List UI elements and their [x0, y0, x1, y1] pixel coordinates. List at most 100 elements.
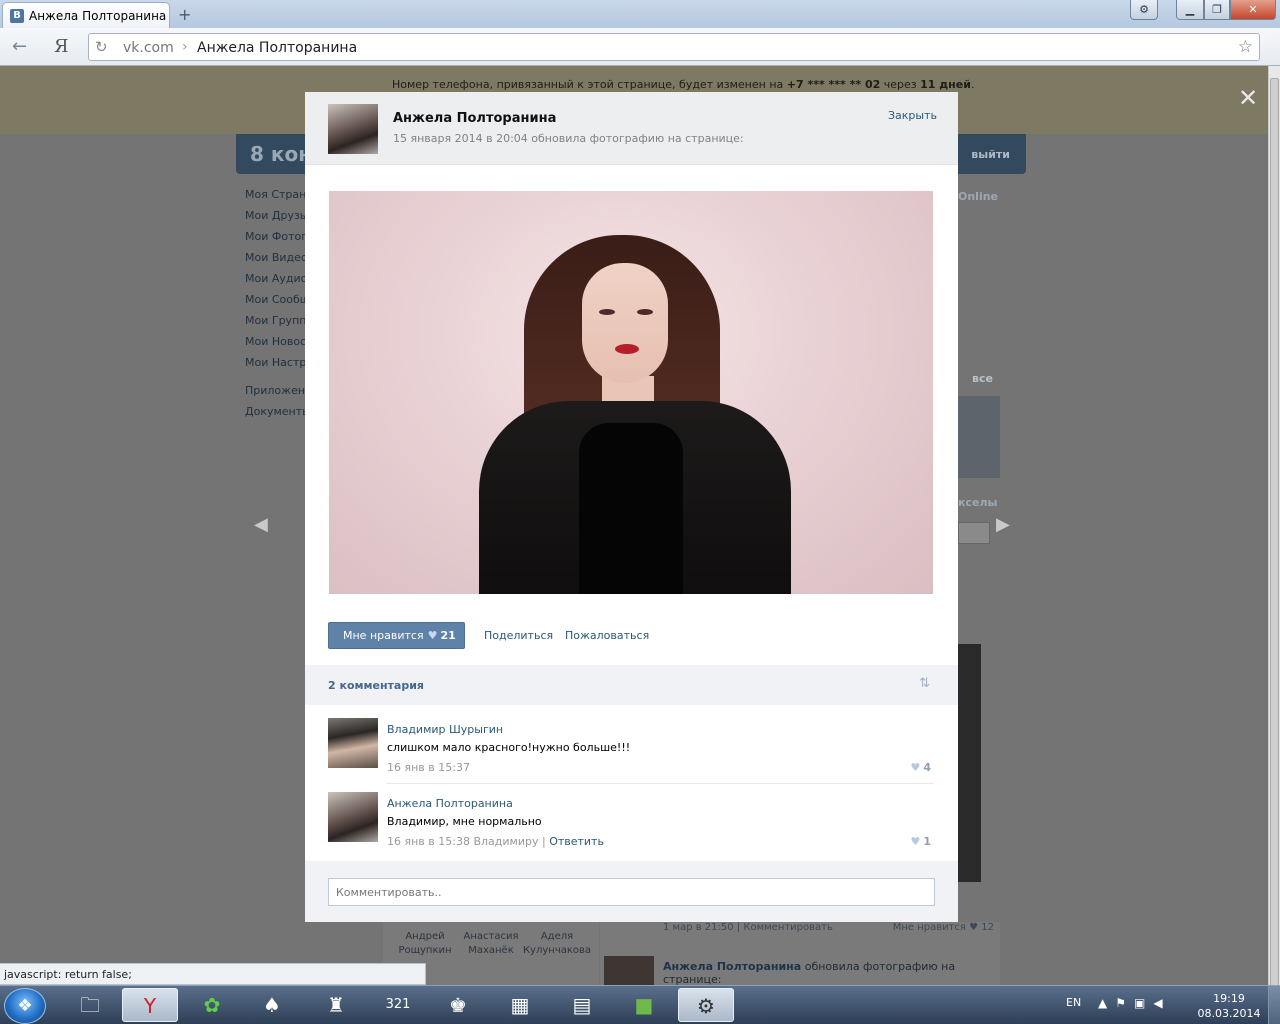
maximize-button[interactable]: ❐: [1204, 0, 1230, 20]
minecraft-app-icon[interactable]: ■: [616, 988, 672, 1022]
next-arrow-icon[interactable]: ▶: [996, 514, 1010, 535]
tab-title: Анжела Полторанина: [29, 9, 167, 23]
like-button[interactable]: Мне нравится ♥ 21: [328, 622, 465, 649]
sort-icon[interactable]: ⇅: [919, 676, 930, 691]
heart-icon: ♥: [910, 761, 921, 774]
wall-post-likes[interactable]: Мне нравится ♥ 12: [893, 922, 994, 933]
comment-item: Владимир Шурыгин слишком мало красного!н…: [328, 718, 934, 788]
comment-date[interactable]: 16 янв в 15:38 Владимиру: [387, 835, 538, 848]
report-link[interactable]: Пожаловаться: [565, 629, 649, 642]
comment-text: слишком мало красного!нужно больше!!!: [387, 741, 631, 754]
mahjong-app-icon[interactable]: ▦: [492, 988, 548, 1022]
friend-item[interactable]: Анастасия Маханёк: [455, 930, 527, 958]
close-modal-link[interactable]: Закрыть: [888, 109, 937, 122]
main-photo[interactable]: [329, 191, 933, 594]
comment-divider: [386, 783, 934, 784]
photo-viewer-modal: Анжела Полторанина 15 января 2014 в 20:0…: [305, 92, 958, 922]
photo-eye: [599, 309, 615, 315]
browser-tab[interactable]: В Анжела Полторанина: [2, 2, 170, 28]
exit-link[interactable]: выйти: [971, 148, 1010, 161]
right-section-label: кселы: [958, 496, 998, 509]
steam-app-icon[interactable]: ⚙: [678, 988, 734, 1022]
comment-meta: 16 янв в 15:38 Владимиру | Ответить: [387, 835, 604, 848]
like-count: 21: [440, 629, 456, 642]
icq-app-icon[interactable]: ✿: [184, 988, 240, 1022]
comment-author[interactable]: Анжела Полторанина: [387, 797, 513, 810]
media-player-app-icon[interactable]: 321: [370, 988, 426, 1022]
comment-input[interactable]: [328, 878, 935, 906]
right-input[interactable]: [958, 522, 990, 544]
like-label: Мне нравится: [343, 629, 424, 642]
comments-header: 2 комментария ⇅: [305, 665, 958, 705]
photo-face: [582, 263, 668, 383]
prev-arrow-icon[interactable]: ◀: [254, 514, 268, 535]
wall-post-meta: 1 мар в 21:50 | Комментировать: [663, 922, 833, 933]
comment-author[interactable]: Владимир Шурыгин: [387, 723, 503, 736]
online-label: Online: [958, 190, 999, 203]
photo-top: [579, 423, 683, 594]
show-desktop-button[interactable]: [1268, 986, 1280, 1024]
heart-icon: ♥: [910, 835, 921, 848]
minimize-button[interactable]: ▁: [1176, 0, 1204, 20]
vk-logo[interactable]: 8 кон: [250, 142, 312, 166]
photo-actions: Мне нравится ♥ 21 Поделиться Пожаловаться: [305, 622, 958, 652]
comment-form: [305, 861, 958, 922]
back-arrow-icon[interactable]: ←: [12, 36, 27, 57]
friend-item[interactable]: Андрей Рощупкин: [389, 930, 461, 958]
explorer-app-icon[interactable]: 🗀: [62, 988, 118, 1022]
bookmark-star-icon[interactable]: ☆: [1238, 37, 1253, 57]
vk-favicon-icon: В: [10, 9, 24, 23]
page-scrollbar[interactable]: [1268, 66, 1280, 990]
wall-block: 1 мар в 21:50 | Комментировать Мне нрави…: [600, 922, 1000, 990]
url-host: vk.com: [123, 40, 174, 56]
avatar[interactable]: [328, 792, 378, 842]
new-tab-button[interactable]: +: [178, 5, 191, 24]
close-window-button[interactable]: ✕: [1230, 0, 1276, 20]
all-link[interactable]: все: [972, 372, 993, 385]
post-author[interactable]: Анжела Полторанина: [393, 111, 556, 126]
game-app-icon[interactable]: ♜: [308, 988, 364, 1022]
reload-icon[interactable]: ↻: [95, 38, 108, 56]
modal-header: Анжела Полторанина 15 января 2014 в 20:0…: [305, 92, 958, 165]
album-thumbnail[interactable]: [958, 396, 1000, 478]
comment-text: Владимир, мне нормально: [387, 815, 542, 828]
comment-date[interactable]: 16 янв в 15:37: [387, 761, 470, 774]
post-subtitle: 15 января 2014 в 20:04 обновила фотограф…: [393, 132, 744, 145]
calculator-app-icon[interactable]: ▤: [554, 988, 610, 1022]
yandex-browser-app-icon[interactable]: Y: [122, 988, 178, 1022]
avatar[interactable]: [328, 718, 378, 768]
comment-like-button[interactable]: ♥ 1: [910, 835, 931, 848]
wall-post-text: Анжела Полторанина обновила фотографию н…: [663, 960, 956, 986]
photo-lips: [615, 344, 639, 354]
phone-notice-text: Номер телефона, привязанный к этой стран…: [392, 78, 975, 91]
reply-link[interactable]: Ответить: [549, 835, 604, 848]
comment-like-button[interactable]: ♥ 4: [910, 761, 931, 774]
side-photo[interactable]: [958, 644, 981, 882]
comments-count[interactable]: 2 комментария: [328, 679, 424, 692]
settings-gear-icon[interactable]: ⚙: [1130, 0, 1158, 20]
close-icon[interactable]: ✕: [1238, 84, 1258, 112]
avatar[interactable]: [328, 104, 378, 154]
yandex-logo[interactable]: Я: [54, 36, 69, 57]
solitaire-app-icon[interactable]: ♠: [244, 988, 300, 1022]
windows-taskbar: ❖ 🗀 Y ✿ ♠ ♜ 321 ♚ ▦ ▤ ■ ⚙ EN ▲⚑▣◀ 19:19 0…: [0, 985, 1280, 1024]
notice-phone: +7 *** *** ** 02: [786, 78, 881, 91]
language-indicator[interactable]: EN: [1066, 996, 1081, 1009]
tray-icons[interactable]: ▲⚑▣◀: [1098, 996, 1171, 1010]
start-button[interactable]: ❖: [4, 988, 46, 1024]
browser-titlebar: В Анжела Полторанина + ⚙ ▁ ❐ ✕: [0, 0, 1280, 28]
notice-days: 11 дней: [920, 78, 971, 91]
share-link[interactable]: Поделиться: [484, 629, 553, 642]
address-bar[interactable]: ↻ vk.com › Анжела Полторанина ☆: [88, 33, 1260, 61]
url-separator: ›: [182, 39, 188, 55]
url-page-title: Анжела Полторанина: [197, 40, 358, 56]
cards-app-icon[interactable]: ♚: [430, 988, 486, 1022]
browser-toolbar: ← Я ↻ vk.com › Анжела Полторанина ☆: [0, 28, 1280, 66]
heart-icon: ♥: [427, 629, 438, 642]
photo-eye: [637, 309, 653, 315]
scrollbar-thumb[interactable]: [1270, 78, 1279, 990]
browser-status-bar: javascript: return false;: [0, 963, 426, 985]
system-clock[interactable]: 19:19 08.03.2014: [1196, 991, 1262, 1021]
friend-item[interactable]: Аделя Кулунчакова: [521, 930, 593, 958]
window-controls: ⚙ ▁ ❐ ✕: [1130, 0, 1276, 20]
